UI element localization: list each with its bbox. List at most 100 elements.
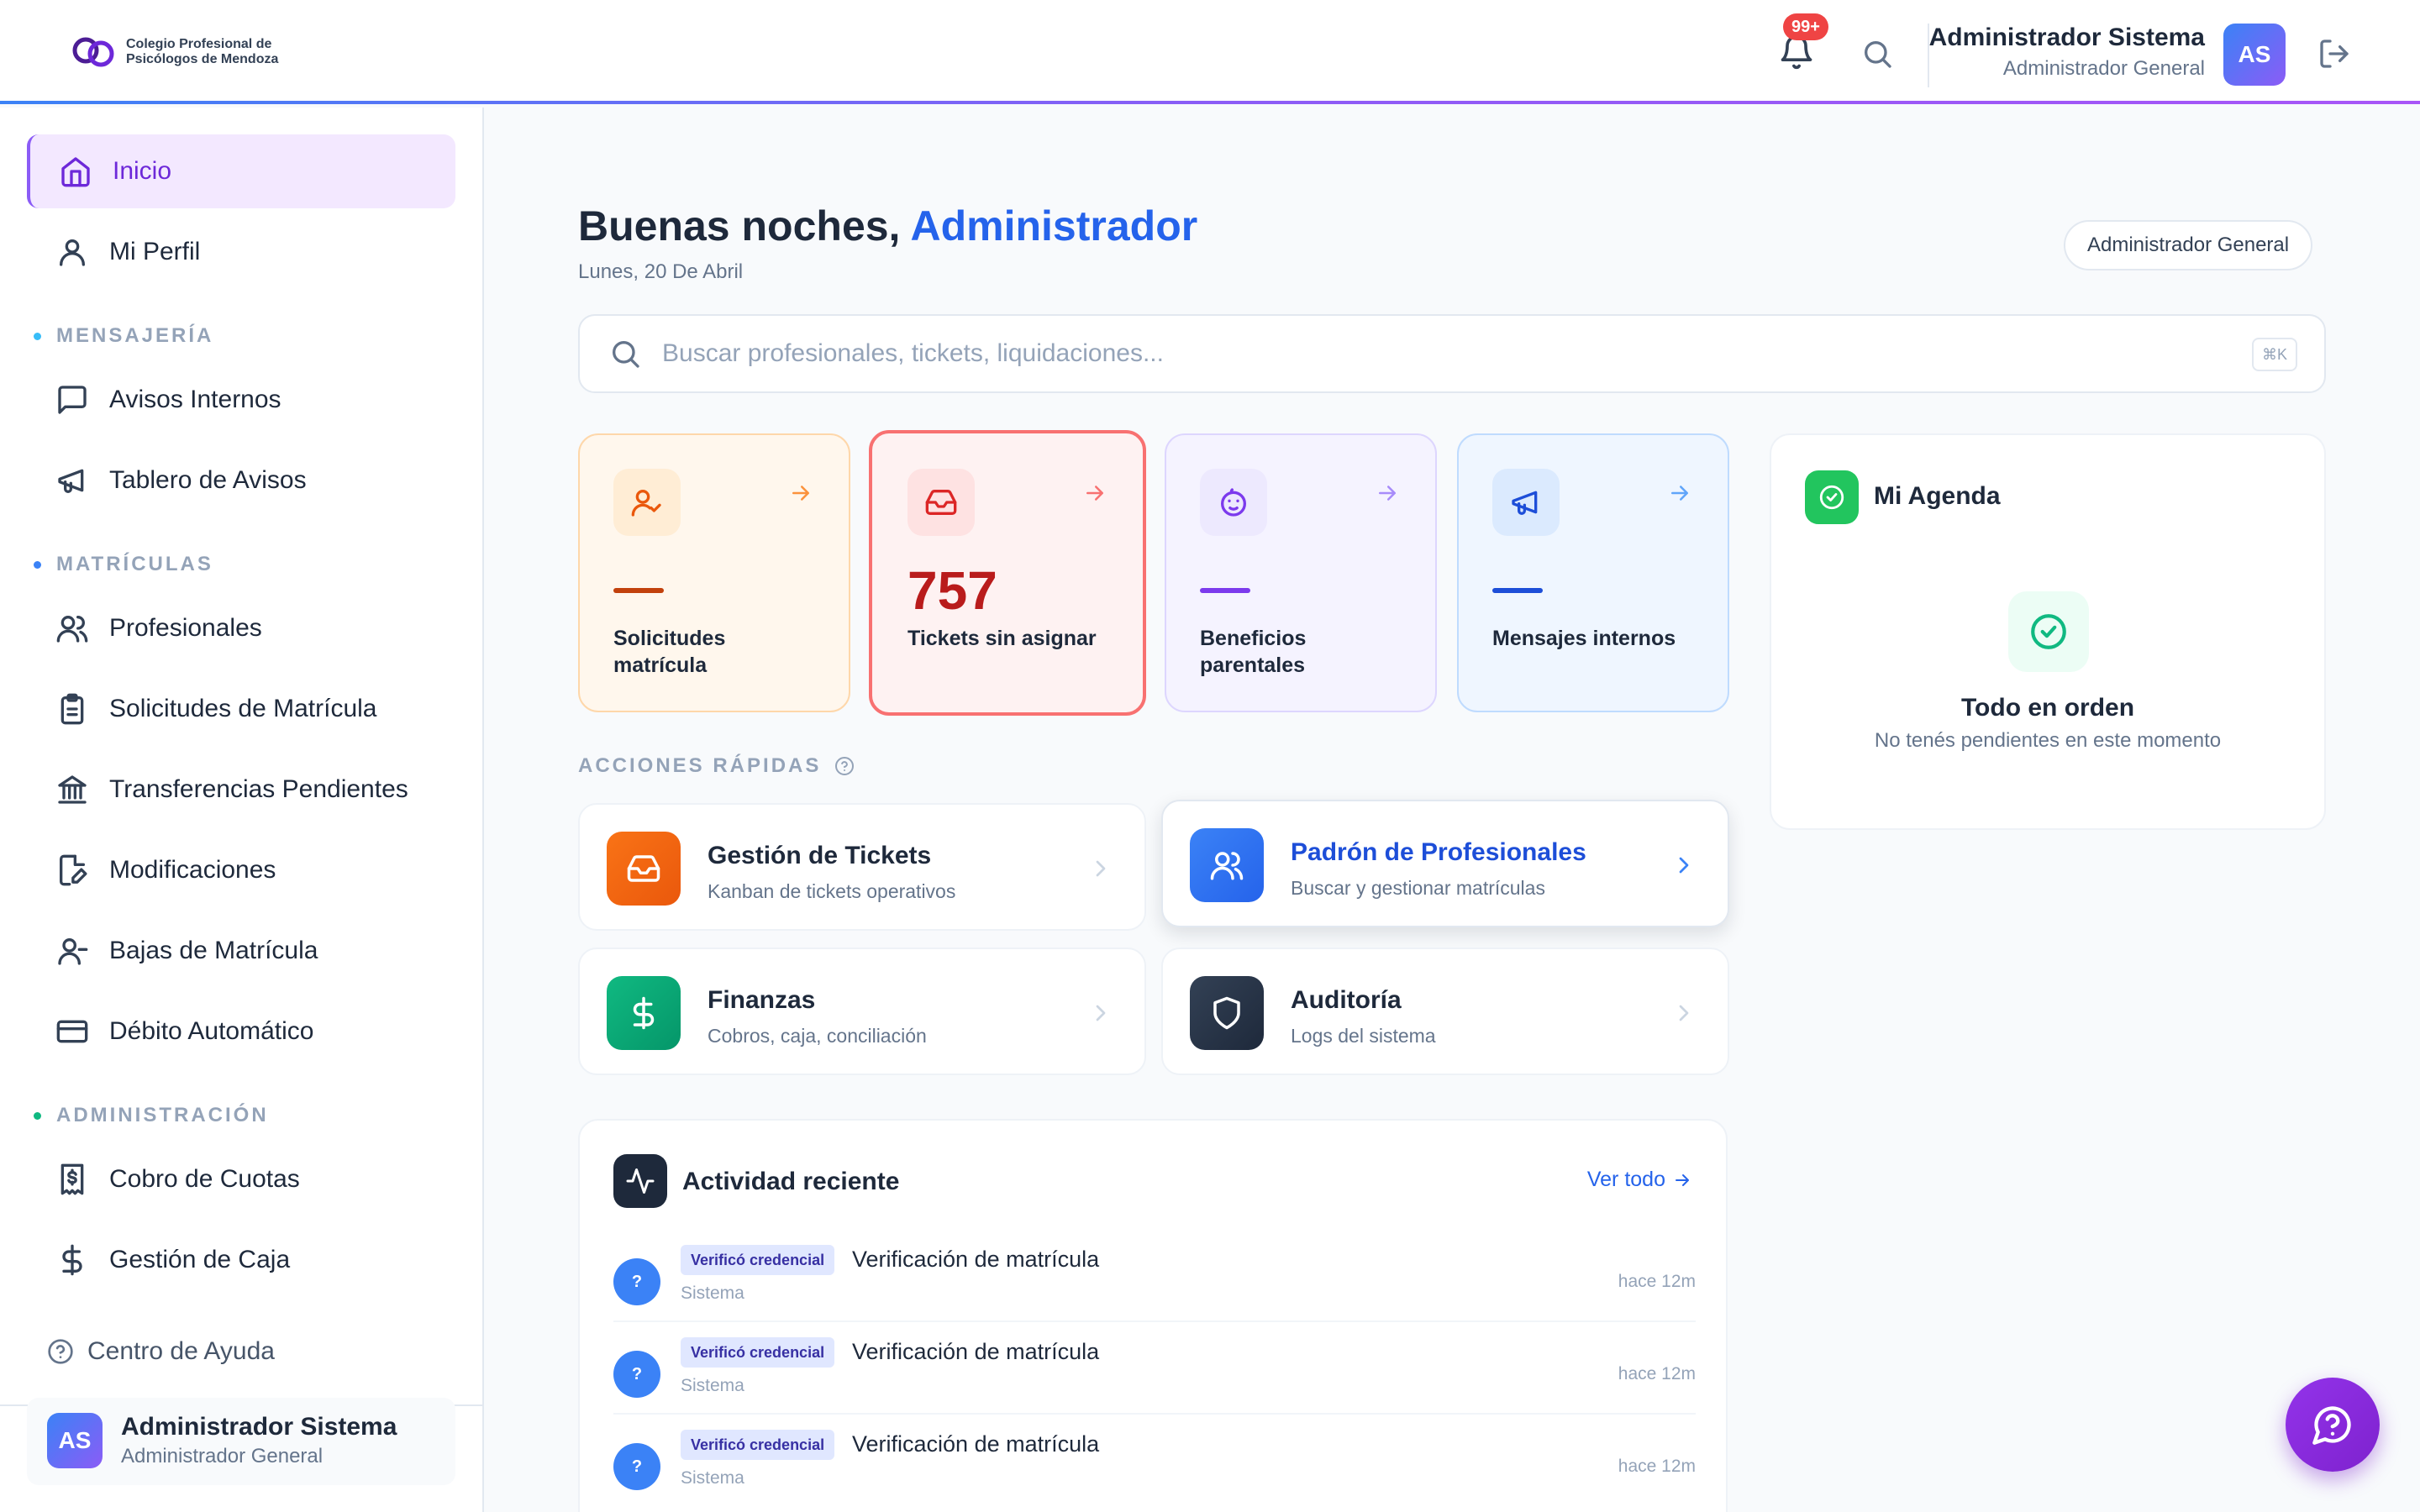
sidebar-item-profesionales[interactable]: Profesionales [27,591,455,665]
sidebar-item-cobro-de-cuotas[interactable]: Cobro de Cuotas [27,1142,455,1216]
sidebar-item-bajas-de-matricula[interactable]: Bajas de Matrícula [27,914,455,988]
search-icon[interactable] [1860,37,1894,71]
activity-source: Sistema [681,1468,744,1488]
sidebar-item-mi-perfil[interactable]: Mi Perfil [27,215,455,289]
stat-card-beneficios[interactable]: Beneficios parentales [1165,433,1437,712]
quick-action-title: Gestión de Tickets [708,842,932,869]
section-dot [34,1111,41,1120]
quick-action-padron-profesionales[interactable]: Padrón de Profesionales Buscar y gestion… [1161,800,1729,927]
view-all-link[interactable]: Ver todo [1587,1168,1692,1192]
header-user-info[interactable]: Administrador Sistema Administrador Gene… [1929,24,2205,81]
activity-avatar: ? [613,1443,660,1490]
stat-card-mensajes[interactable]: Mensajes internos [1457,433,1729,712]
section-title: MATRÍCULAS [56,553,213,575]
help-circle-icon[interactable] [834,756,855,776]
users-icon [56,616,88,643]
logout-icon[interactable] [2317,37,2351,71]
stat-bar [613,588,664,593]
sidebar-item-label: Débito Automático [109,1017,314,1045]
sidebar-item-debito-automatico[interactable]: Débito Automático [27,995,455,1068]
activity-avatar: ? [613,1351,660,1398]
sidebar-item-label: Avisos Internos [109,386,281,413]
chevron-right-icon [1679,1005,1689,1021]
search-shortcut-badge: ⌘K [2251,338,2297,371]
activity-time: hace 12m [1618,1457,1696,1476]
check-circle-icon [1819,485,1844,510]
user-icon [60,239,86,266]
sidebar-item-label: Mi Perfil [109,238,201,265]
top-header: Colegio Profesional de Psicólogos de Men… [0,0,2420,104]
quick-action-subtitle: Logs del sistema [1291,1025,1436,1047]
chevron-right-icon [1096,860,1106,877]
section-dot [34,560,41,569]
bank-icon [58,775,87,804]
sidebar-item-gestion-de-caja[interactable]: Gestión de Caja [27,1223,455,1297]
logo-mark-icon [72,37,114,67]
agenda-panel: Mi Agenda Todo en orden No tenés pendien… [1770,433,2326,830]
global-search-input[interactable]: Buscar profesionales, tickets, liquidaci… [578,314,2326,393]
activity-row[interactable]: ? Verificó credencial Verificación de ma… [613,1322,1696,1415]
sidebar-item-label: Gestión de Caja [109,1246,291,1273]
message-help-icon [2312,1406,2351,1445]
sidebar-item-modificaciones[interactable]: Modificaciones [27,833,455,907]
sidebar-item-inicio[interactable]: Inicio [27,134,455,208]
help-center-label: Centro de Ayuda [87,1337,275,1365]
sidebar-item-label: Tablero de Avisos [109,466,307,494]
logo-text-line1: Colegio Profesional de [126,37,272,51]
notification-badge: 99+ [1783,13,1828,40]
help-center-link[interactable]: Centro de Ayuda [47,1337,275,1366]
section-title: ADMINISTRACIÓN [56,1104,269,1126]
activity-row[interactable]: ? Verificó credencial Verificación de ma… [613,1230,1696,1322]
stat-bar [1492,588,1543,593]
activity-tag: Verificó credencial [681,1337,835,1368]
sidebar-user-name: Administrador Sistema [121,1413,397,1441]
activity-row[interactable]: ? Verificó credencial Verificación de ma… [613,1415,1696,1507]
sidebar-item-label: Profesionales [109,614,262,642]
quick-action-auditoria[interactable]: Auditoría Logs del sistema [1161,948,1729,1075]
sidebar-item-tablero-de-avisos[interactable]: Tablero de Avisos [27,444,455,517]
stat-label: Beneficios parentales [1200,627,1307,677]
megaphone-icon [1512,491,1538,515]
quick-actions-title: ACCIONES RÁPIDAS [578,754,822,777]
search-icon [613,341,639,368]
sidebar-item-avisos-internos[interactable]: Avisos Internos [27,363,455,437]
stat-value: 757 [908,560,997,621]
chevron-right-icon [1096,1005,1106,1021]
stat-label: Mensajes internos [1492,627,1676,650]
role-pill[interactable]: Administrador General [2064,220,2313,270]
logo[interactable]: Colegio Profesional de Psicólogos de Men… [71,30,278,74]
file-edit-icon [60,854,87,886]
quick-action-title: Auditoría [1291,986,1402,1014]
baby-icon [1221,488,1246,517]
credit-card-icon [56,1020,88,1043]
sidebar-item-label: Cobro de Cuotas [109,1165,300,1193]
section-dot [34,332,41,340]
activity-icon [626,1168,655,1194]
header-user-role: Administrador General [2002,57,2205,80]
sidebar-user-card[interactable]: AS Administrador Sistema Administrador G… [27,1398,455,1485]
sidebar-item-solicitudes-de-matricula[interactable]: Solicitudes de Matrícula [27,672,455,746]
quick-action-finanzas[interactable]: Finanzas Cobros, caja, conciliación [578,948,1146,1075]
arrow-right-icon [1086,486,1103,501]
quick-actions-heading: ACCIONES RÁPIDAS [578,754,855,778]
support-chat-button[interactable] [2286,1378,2380,1472]
agenda-status-title: Todo en orden [1960,694,2135,722]
section-administracion: ADMINISTRACIÓN [34,1104,269,1127]
dollar-icon [633,996,655,1030]
view-all-label: Ver todo [1586,1168,1665,1191]
stat-card-tickets[interactable]: 757 Tickets sin asignar [869,430,1146,716]
greeting-prefix: Buenas noches, [578,202,901,249]
sidebar-item-transferencias-pendientes[interactable]: Transferencias Pendientes [27,753,455,827]
sidebar-item-label: Inicio [113,157,172,185]
clipboard-icon [60,693,84,725]
sidebar-user-role: Administrador General [121,1445,324,1467]
header-avatar[interactable]: AS [2223,24,2286,86]
quick-action-gestion-tickets[interactable]: Gestión de Tickets Kanban de tickets ope… [578,803,1146,931]
stat-card-solicitudes[interactable]: Solicitudes matrícula [578,433,850,712]
sidebar-item-label: Bajas de Matrícula [109,937,318,964]
quick-action-subtitle: Buscar y gestionar matrículas [1291,877,1545,899]
activity-text: Verificación de matrícula [852,1431,1100,1457]
sidebar-avatar: AS [47,1413,103,1468]
quick-action-subtitle: Cobros, caja, conciliación [708,1025,927,1047]
shield-icon [1213,996,1240,1030]
